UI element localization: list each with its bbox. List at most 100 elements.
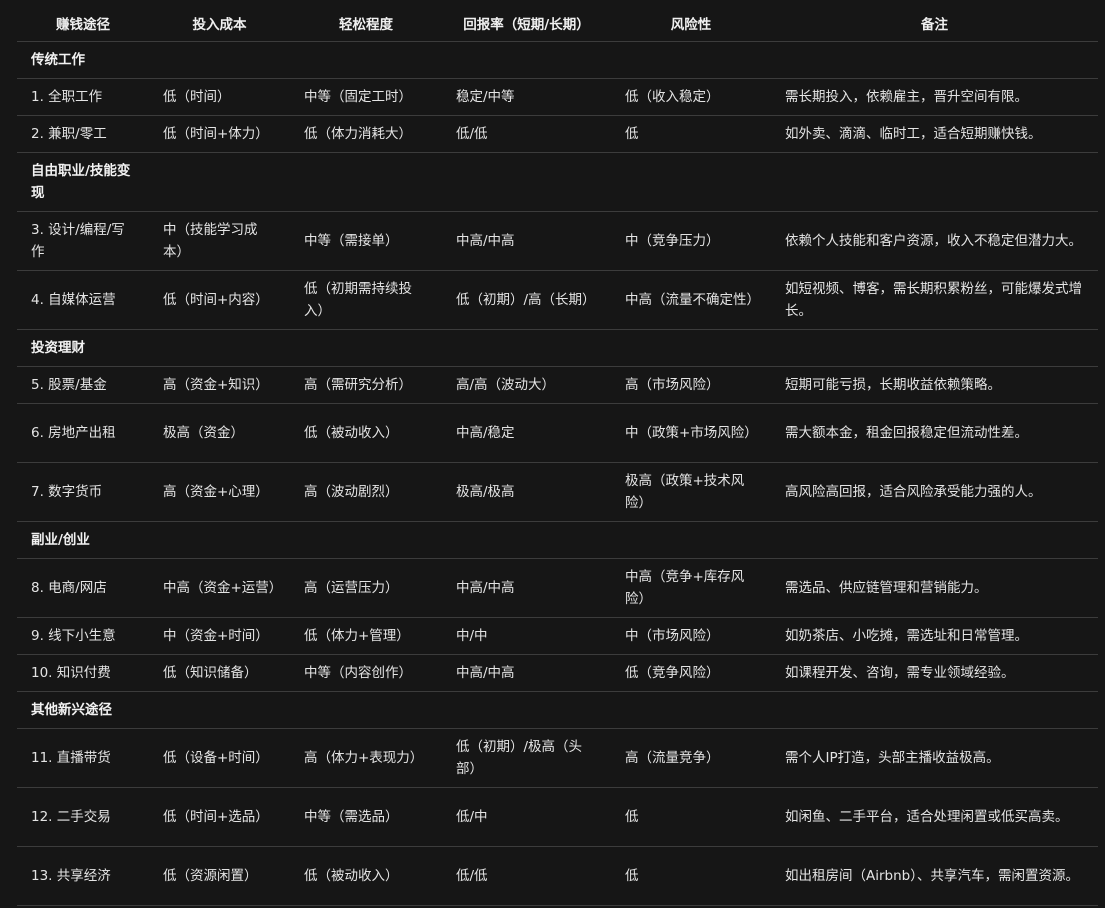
cell-ease: 高（运营压力） — [290, 558, 442, 618]
cell-return: 稳定/中等 — [442, 78, 611, 116]
cell-ease: 低（初期需持续投入） — [290, 270, 442, 330]
cell-path: 10. 知识付费 — [17, 654, 149, 692]
cell-cost: 极高（资金） — [149, 403, 290, 463]
cell-ease: 高（波动剧烈） — [290, 462, 442, 522]
comparison-table-container: 赚钱途径 投入成本 轻松程度 回报率（短期/长期） 风险性 备注 传统工作 1.… — [17, 5, 1098, 906]
cell-cost: 中高（资金+运营） — [149, 558, 290, 618]
cell-cost: 中（技能学习成本） — [149, 211, 290, 271]
header-cost: 投入成本 — [149, 5, 290, 42]
table-row: 13. 共享经济 低（资源闲置） 低（被动收入） 低/低低如出租房间（Airbnb）、… — [17, 846, 1098, 906]
header-risk: 风险性 — [611, 5, 771, 42]
cell-return: 低（初期）/高（长期） — [442, 270, 611, 330]
table-row: 12. 二手交易 低（时间+选品） 中等（需选品） 低/中低如闲鱼、二手平台，适合处理… — [17, 787, 1098, 847]
cell-cost: 低（资源闲置） — [149, 846, 290, 906]
cell-cost: 低（时间） — [149, 78, 290, 116]
section-title: 自由职业/技能变现 — [17, 152, 149, 212]
cell-return: 低（初期）/极高（头部） — [442, 728, 611, 788]
cell-risk: 中（政策+市场风险） — [611, 403, 771, 463]
cell-notes: 高风险高回报，适合风险承受能力强的人。 — [771, 462, 1098, 522]
cell-return: 中/中 — [442, 617, 611, 655]
cell-risk: 中高（竞争+库存风险） — [611, 558, 771, 618]
table-row: 2. 兼职/零工 低（时间+体力） 低（体力消耗大） 低/低低如外卖、滴滴、临时工，适… — [17, 115, 1098, 153]
cell-path: 7. 数字货币 — [17, 462, 149, 522]
cell-path: 12. 二手交易 — [17, 787, 149, 847]
table-row: 4. 自媒体运营 低（时间+内容） 低（初期需持续投入） 低（初期）/高（长期） 中高（… — [17, 270, 1098, 330]
cell-notes: 如外卖、滴滴、临时工，适合短期赚快钱。 — [771, 115, 1098, 153]
cell-risk: 中高（流量不确定性） — [611, 270, 771, 330]
cell-cost: 高（资金+知识） — [149, 366, 290, 404]
money-making-comparison-table: 赚钱途径 投入成本 轻松程度 回报率（短期/长期） 风险性 备注 传统工作 1.… — [17, 5, 1098, 906]
table-row: 6. 房地产出租 极高（资金） 低（被动收入） 中高/稳定 中（政策+市场风险） 需大额本… — [17, 403, 1098, 463]
cell-risk: 低（竞争风险） — [611, 654, 771, 692]
cell-ease: 中等（需接单） — [290, 211, 442, 271]
cell-path: 3. 设计/编程/写作 — [17, 211, 149, 271]
cell-risk: 中（市场风险） — [611, 617, 771, 655]
cell-cost: 中（资金+时间） — [149, 617, 290, 655]
cell-notes: 需个人IP打造，头部主播收益极高。 — [771, 728, 1098, 788]
cell-path: 4. 自媒体运营 — [17, 270, 149, 330]
cell-notes: 需选品、供应链管理和营销能力。 — [771, 558, 1098, 618]
cell-path: 5. 股票/基金 — [17, 366, 149, 404]
cell-notes: 需大额本金，租金回报稳定但流动性差。 — [771, 403, 1098, 463]
cell-ease: 高（体力+表现力） — [290, 728, 442, 788]
cell-notes: 依赖个人技能和客户资源，收入不稳定但潜力大。 — [771, 211, 1098, 271]
cell-notes: 如出租房间（Airbnb）、共享汽车，需闲置资源。 — [771, 846, 1098, 906]
cell-risk: 低 — [611, 787, 771, 847]
cell-path: 8. 电商/网店 — [17, 558, 149, 618]
cell-notes: 如课程开发、咨询，需专业领域经验。 — [771, 654, 1098, 692]
cell-return: 中高/中高 — [442, 654, 611, 692]
cell-path: 11. 直播带货 — [17, 728, 149, 788]
section-row: 其他新兴途径 — [17, 691, 1098, 729]
cell-notes: 如闲鱼、二手平台，适合处理闲置或低买高卖。 — [771, 787, 1098, 847]
section-title: 其他新兴途径 — [17, 691, 149, 729]
cell-ease: 低（被动收入） — [290, 403, 442, 463]
cell-cost: 低（知识储备） — [149, 654, 290, 692]
cell-return: 高/高（波动大） — [442, 366, 611, 404]
section-row: 投资理财 — [17, 329, 1098, 367]
header-ease: 轻松程度 — [290, 5, 442, 42]
cell-notes: 短期可能亏损，长期收益依赖策略。 — [771, 366, 1098, 404]
table-row: 11. 直播带货 低（设备+时间） 高（体力+表现力） 低（初期）/极高（头部） 高（流… — [17, 728, 1098, 788]
cell-cost: 高（资金+心理） — [149, 462, 290, 522]
table-row: 10. 知识付费 低（知识储备） 中等（内容创作） 中高/中高 低（竞争风险） 如课程开发… — [17, 654, 1098, 692]
cell-risk: 低 — [611, 846, 771, 906]
cell-ease: 低（体力+管理） — [290, 617, 442, 655]
table-row: 1. 全职工作 低（时间） 中等（固定工时） 稳定/中等 低（收入稳定） 需长期投入，依赖… — [17, 78, 1098, 116]
section-title: 传统工作 — [17, 41, 149, 79]
table-header-row: 赚钱途径 投入成本 轻松程度 回报率（短期/长期） 风险性 备注 — [17, 5, 1098, 42]
section-title: 投资理财 — [17, 329, 149, 367]
header-notes: 备注 — [771, 5, 1098, 42]
cell-return: 中高/中高 — [442, 558, 611, 618]
section-row: 自由职业/技能变现 — [17, 152, 1098, 212]
cell-ease: 中等（需选品） — [290, 787, 442, 847]
section-row: 传统工作 — [17, 41, 1098, 79]
cell-ease: 中等（固定工时） — [290, 78, 442, 116]
header-return: 回报率（短期/长期） — [442, 5, 611, 42]
cell-return: 中高/中高 — [442, 211, 611, 271]
cell-path: 2. 兼职/零工 — [17, 115, 149, 153]
cell-risk: 中（竞争压力） — [611, 211, 771, 271]
cell-path: 1. 全职工作 — [17, 78, 149, 116]
table-row: 5. 股票/基金 高（资金+知识） 高（需研究分析） 高/高（波动大） 高（市场风险）短… — [17, 366, 1098, 404]
cell-risk: 低（收入稳定） — [611, 78, 771, 116]
table-row: 9. 线下小生意 中（资金+时间） 低（体力+管理） 中/中 中（市场风险） 如奶茶店、小… — [17, 617, 1098, 655]
table-row: 7. 数字货币 高（资金+心理） 高（波动剧烈） 极高/极高 极高（政策+技术风险） 高风… — [17, 462, 1098, 522]
cell-notes: 如奶茶店、小吃摊，需选址和日常管理。 — [771, 617, 1098, 655]
cell-path: 13. 共享经济 — [17, 846, 149, 906]
cell-return: 极高/极高 — [442, 462, 611, 522]
section-row: 副业/创业 — [17, 521, 1098, 559]
cell-return: 低/低 — [442, 846, 611, 906]
cell-path: 6. 房地产出租 — [17, 403, 149, 463]
cell-cost: 低（设备+时间） — [149, 728, 290, 788]
header-path: 赚钱途径 — [17, 5, 149, 42]
cell-risk: 低 — [611, 115, 771, 153]
cell-return: 中高/稳定 — [442, 403, 611, 463]
cell-path: 9. 线下小生意 — [17, 617, 149, 655]
cell-risk: 高（市场风险） — [611, 366, 771, 404]
cell-ease: 中等（内容创作） — [290, 654, 442, 692]
cell-risk: 极高（政策+技术风险） — [611, 462, 771, 522]
cell-cost: 低（时间+选品） — [149, 787, 290, 847]
cell-cost: 低（时间+体力） — [149, 115, 290, 153]
table-row: 3. 设计/编程/写作 中（技能学习成本） 中等（需接单） 中高/中高 中（竞争压力）依… — [17, 211, 1098, 271]
table-row: 8. 电商/网店 中高（资金+运营） 高（运营压力） 中高/中高 中高（竞争+库存风险）… — [17, 558, 1098, 618]
